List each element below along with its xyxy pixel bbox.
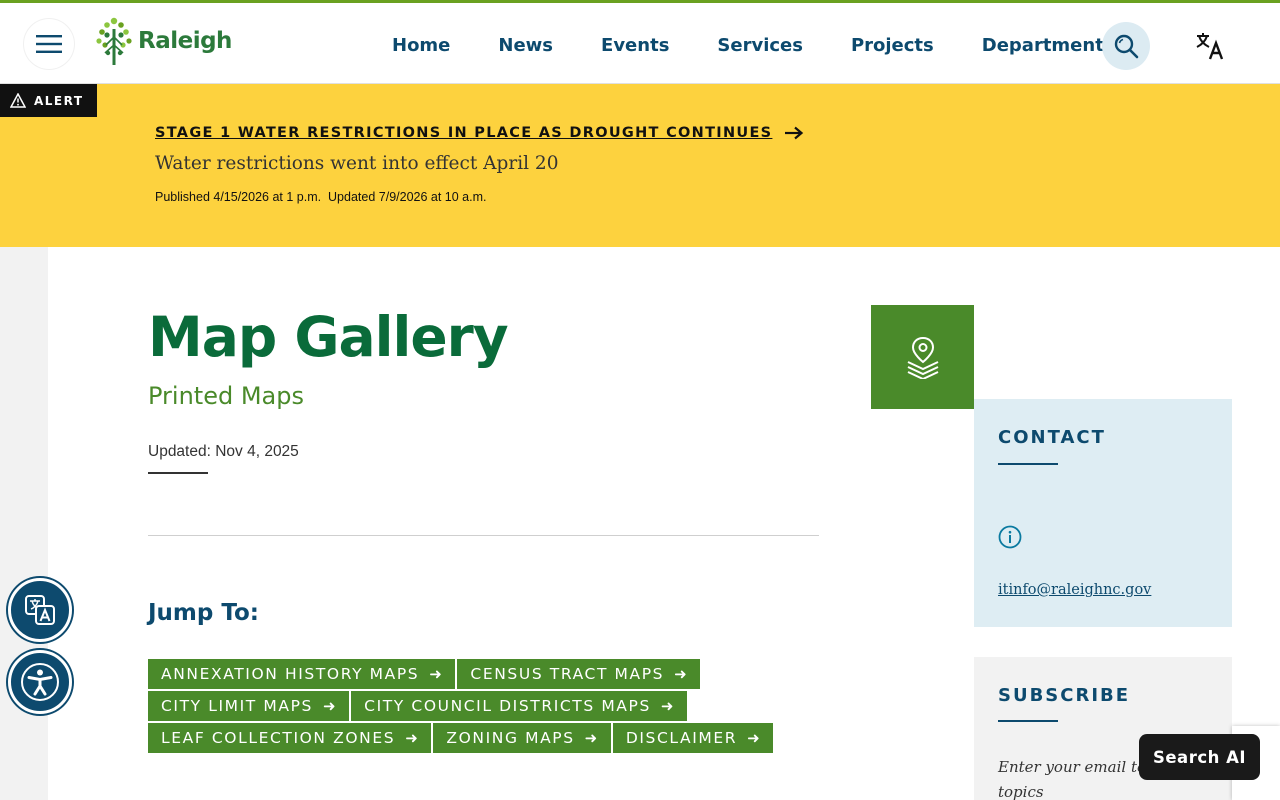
jump-link-leaf-collection[interactable]: LEAF COLLECTION ZONES ➜ <box>148 723 432 753</box>
jump-link-city-limit[interactable]: CITY LIMIT MAPS ➜ <box>148 691 350 721</box>
arrow-right-icon: ➜ <box>674 665 689 683</box>
arrow-right-icon: ➜ <box>747 729 762 747</box>
warning-icon <box>10 93 26 108</box>
subscribe-underline <box>998 720 1058 722</box>
search-icon <box>1114 34 1139 59</box>
nav-services[interactable]: Services <box>693 35 827 56</box>
site-header: Raleigh Home News Events Services Projec… <box>0 0 1280 84</box>
contact-email-link[interactable]: itinfo@raleighnc.gov <box>998 582 1151 598</box>
language-widget-button[interactable] <box>8 578 72 642</box>
jump-link-label: CITY LIMIT MAPS <box>161 697 313 715</box>
jump-link-annexation[interactable]: ANNEXATION HISTORY MAPS ➜ <box>148 659 456 689</box>
jump-link-label: LEAF COLLECTION ZONES <box>161 729 396 747</box>
jump-to-label: Jump To: <box>148 600 260 626</box>
jump-link-zoning[interactable]: ZONING MAPS ➜ <box>433 723 611 753</box>
map-layers-badge <box>871 305 974 409</box>
alert-subtitle: Water restrictions went into effect Apri… <box>155 153 559 174</box>
alert-title-link[interactable]: STAGE 1 WATER RESTRICTIONS IN PLACE AS D… <box>155 125 804 141</box>
jump-row: CITY LIMIT MAPS ➜ CITY COUNCIL DISTRICTS … <box>148 691 828 721</box>
alert-tag: ALERT <box>0 84 97 117</box>
nav-projects[interactable]: Projects <box>827 35 958 56</box>
page-title: Map Gallery <box>148 305 509 369</box>
arrow-right-icon: ➜ <box>660 697 676 715</box>
info-icon <box>998 525 1022 549</box>
jump-link-label: CITY COUNCIL DISTRICTS MAPS <box>364 697 651 715</box>
contact-heading: CONTACT <box>998 427 1106 448</box>
alert-meta: Published 4/15/2026 at 1 p.m. Updated 7/… <box>155 190 487 204</box>
jump-link-label: DISCLAIMER <box>625 729 738 747</box>
left-gutter <box>0 247 48 800</box>
accessibility-widget-button[interactable] <box>8 650 72 714</box>
main-nav: Home News Events Services Projects Depar… <box>368 3 1139 87</box>
contact-card: CONTACT itinfo@raleighnc.gov <box>974 399 1232 627</box>
jump-link-census[interactable]: CENSUS TRACT MAPS ➜ <box>457 659 701 689</box>
contact-underline <box>998 463 1058 465</box>
section-divider <box>148 535 819 536</box>
nav-news[interactable]: News <box>474 35 577 56</box>
jump-link-label: CENSUS TRACT MAPS <box>470 665 665 683</box>
subscribe-heading: SUBSCRIBE <box>998 685 1131 706</box>
jump-row: LEAF COLLECTION ZONES ➜ ZONING MAPS ➜ DISC… <box>148 723 828 753</box>
jump-row: ANNEXATION HISTORY MAPS ➜ CENSUS TRACT MA… <box>148 659 828 689</box>
nav-home[interactable]: Home <box>368 35 474 56</box>
arrow-right-icon: ➜ <box>429 665 444 683</box>
jump-link-label: ZONING MAPS <box>446 729 575 747</box>
alert-tag-label: ALERT <box>34 93 84 108</box>
alert-banner: ALERT STAGE 1 WATER RESTRICTIONS IN PLAC… <box>0 84 1280 247</box>
updated-date: Updated: Nov 4, 2025 <box>148 443 299 460</box>
updated-underline <box>148 472 208 474</box>
nav-events[interactable]: Events <box>577 35 693 56</box>
arrow-right-icon: ➜ <box>584 729 599 747</box>
arrow-right-icon <box>785 126 804 140</box>
logo-wordmark: Raleigh <box>138 28 232 54</box>
alert-title-text: STAGE 1 WATER RESTRICTIONS IN PLACE AS D… <box>155 125 773 141</box>
accessibility-icon <box>21 663 59 701</box>
jump-link-label: ANNEXATION HISTORY MAPS <box>161 665 420 683</box>
menu-button[interactable] <box>24 19 74 69</box>
page-subtitle: Printed Maps <box>148 382 304 410</box>
jump-link-council-districts[interactable]: CITY COUNCIL DISTRICTS MAPS ➜ <box>351 691 688 721</box>
arrow-right-icon: ➜ <box>322 697 338 715</box>
search-button[interactable] <box>1102 22 1150 70</box>
search-ai-button[interactable]: Search AI <box>1139 734 1260 780</box>
translate-button[interactable] <box>1192 29 1228 63</box>
site-logo[interactable]: Raleigh <box>94 15 232 67</box>
translate-icon <box>1196 33 1224 60</box>
translate-icon <box>25 595 55 625</box>
map-layers-icon <box>907 336 938 379</box>
jump-link-disclaimer[interactable]: DISCLAIMER ➜ <box>612 723 774 753</box>
arrow-right-icon: ➜ <box>405 729 420 747</box>
hamburger-icon <box>36 35 62 53</box>
jump-links: ANNEXATION HISTORY MAPS ➜ CENSUS TRACT MA… <box>148 659 828 755</box>
oak-tree-logo-icon <box>96 17 132 65</box>
